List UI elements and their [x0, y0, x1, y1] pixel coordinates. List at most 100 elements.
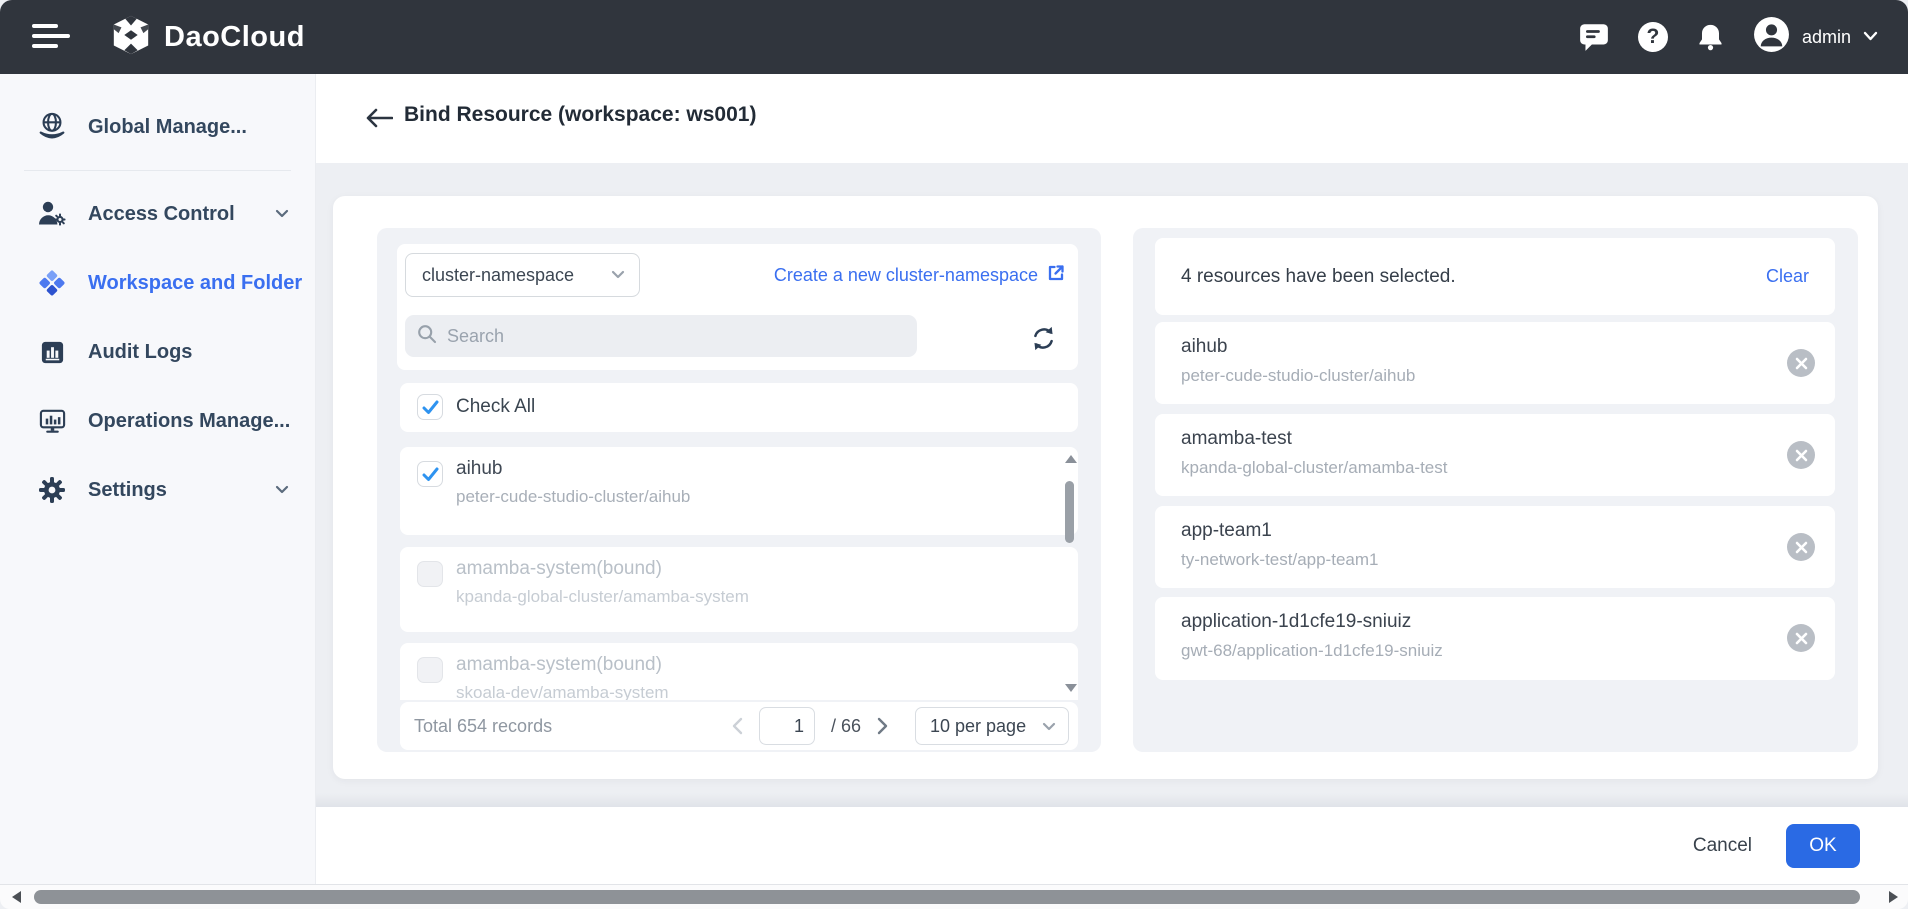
scroll-left-icon[interactable]: [12, 891, 21, 903]
item-checkbox: [417, 561, 443, 587]
selected-item-name: application-1d1cfe19-sniuiz: [1181, 611, 1411, 633]
back-arrow-icon[interactable]: [366, 108, 393, 133]
top-navbar: DaoCloud ?: [0, 0, 1908, 74]
help-icon[interactable]: ?: [1638, 22, 1668, 52]
sidebar-item-label: Operations Manage...: [88, 410, 290, 433]
notifications-bell-icon[interactable]: [1696, 22, 1725, 52]
audit-logs-icon: [36, 339, 68, 366]
item-checkbox[interactable]: [417, 461, 443, 487]
prev-page-icon[interactable]: [731, 717, 743, 735]
per-page-select[interactable]: 10 per page: [915, 707, 1069, 745]
picker-toolbar: cluster-namespace Create a new cluster-n…: [397, 244, 1078, 370]
check-all-row: Check All: [400, 383, 1078, 432]
sidebar-item-label: Global Manage...: [88, 116, 247, 139]
remove-icon[interactable]: [1787, 624, 1815, 652]
resource-picker-panel: cluster-namespace Create a new cluster-n…: [377, 228, 1101, 752]
sidebar-item-label: Settings: [88, 479, 167, 502]
user-gear-icon: [36, 199, 68, 229]
check-all-label: Check All: [456, 396, 535, 418]
item-path: skoala-dev/amamba-system: [456, 683, 669, 700]
sidebar-item-access-control[interactable]: Access Control: [0, 186, 315, 242]
per-page-value: 10 per page: [930, 716, 1026, 737]
page-total: / 66: [831, 716, 861, 737]
scrollbar-thumb[interactable]: [1065, 481, 1074, 543]
chevron-down-icon: [275, 205, 289, 223]
list-item: amamba-system(bound) skoala-dev/amamba-s…: [400, 643, 1078, 700]
pagination-bar: Total 654 records / 66 10 per page: [400, 702, 1078, 750]
brand-name: DaoCloud: [164, 21, 305, 54]
resource-type-select[interactable]: cluster-namespace: [405, 253, 640, 297]
cancel-button[interactable]: Cancel: [1693, 835, 1752, 857]
action-footer: Cancel OK: [316, 807, 1908, 884]
clear-link[interactable]: Clear: [1766, 266, 1809, 287]
selected-item-path: kpanda-global-cluster/amamba-test: [1181, 458, 1447, 478]
sidebar-item-operations-management[interactable]: Operations Manage...: [0, 393, 315, 449]
create-cluster-namespace-link[interactable]: Create a new cluster-namespace: [774, 244, 1066, 306]
sidebar-item-settings[interactable]: Settings: [0, 462, 315, 518]
remove-icon[interactable]: [1787, 441, 1815, 469]
selected-item-path: gwt-68/application-1d1cfe19-sniuiz: [1181, 641, 1443, 661]
selected-summary-row: 4 resources have been selected. Clear: [1155, 238, 1835, 315]
page-controls: / 66 10 per page: [731, 707, 1069, 745]
item-name: amamba-system(bound): [456, 654, 662, 676]
search-icon: [417, 324, 437, 349]
page-header: Bind Resource (workspace: ws001): [316, 74, 1908, 163]
sidebar-item-label: Access Control: [88, 203, 235, 226]
page-title: Bind Resource (workspace: ws001): [404, 103, 756, 127]
resource-type-value: cluster-namespace: [422, 265, 574, 286]
search-box: [405, 315, 917, 357]
remove-icon[interactable]: [1787, 533, 1815, 561]
ok-button[interactable]: OK: [1786, 824, 1860, 868]
vertical-scrollbar[interactable]: [1062, 447, 1078, 700]
selected-summary: 4 resources have been selected.: [1181, 266, 1456, 288]
chevron-down-icon: [1042, 722, 1056, 731]
messages-icon[interactable]: [1578, 22, 1610, 52]
daocloud-logo-icon: [110, 14, 152, 61]
brand: DaoCloud: [110, 14, 305, 61]
selected-item-path: peter-cude-studio-cluster/aihub: [1181, 366, 1415, 386]
selected-item-name: aihub: [1181, 336, 1228, 358]
scroll-up-icon[interactable]: [1065, 455, 1077, 463]
selected-item-path: ty-network-test/app-team1: [1181, 550, 1378, 570]
external-link-icon: [1046, 263, 1066, 288]
list-item: amamba-system(bound) kpanda-global-clust…: [400, 547, 1078, 632]
globe-icon: [36, 111, 68, 143]
gear-icon: [36, 476, 68, 504]
item-path: peter-cude-studio-cluster/aihub: [456, 487, 690, 507]
avatar: [1753, 16, 1790, 58]
sidebar-item-global-management[interactable]: Global Manage...: [0, 99, 315, 155]
topbar-actions: ? admin: [1578, 0, 1878, 74]
chevron-down-icon: [1863, 28, 1878, 46]
remove-icon[interactable]: [1787, 349, 1815, 377]
create-link-label: Create a new cluster-namespace: [774, 265, 1038, 286]
selected-item: application-1d1cfe19-sniuiz gwt-68/appli…: [1155, 597, 1835, 680]
page-number-input[interactable]: [759, 707, 815, 745]
sidebar-item-audit-logs[interactable]: Audit Logs: [0, 324, 315, 380]
sidebar-divider: [24, 170, 291, 171]
selected-item: amamba-test kpanda-global-cluster/amamba…: [1155, 414, 1835, 496]
next-page-icon[interactable]: [877, 717, 889, 735]
list-item[interactable]: aihub peter-cude-studio-cluster/aihub: [400, 447, 1078, 535]
scrollbar-thumb[interactable]: [34, 890, 1860, 904]
chevron-down-icon: [611, 266, 625, 284]
sidebar: Global Manage...: [0, 74, 316, 884]
scroll-right-icon[interactable]: [1889, 891, 1898, 903]
check-all-checkbox[interactable]: [417, 394, 443, 420]
resource-list: aihub peter-cude-studio-cluster/aihub am…: [400, 447, 1078, 700]
sidebar-item-label: Audit Logs: [88, 341, 192, 364]
chevron-down-icon: [275, 481, 289, 499]
hamburger-menu-icon[interactable]: [32, 24, 72, 50]
workspace-icon: [36, 268, 68, 298]
user-menu[interactable]: admin: [1753, 16, 1878, 58]
search-input[interactable]: [447, 326, 905, 347]
horizontal-scrollbar[interactable]: [0, 884, 1908, 909]
main-content: cluster-namespace Create a new cluster-n…: [316, 163, 1908, 807]
item-name: aihub: [456, 458, 503, 480]
scroll-down-icon[interactable]: [1065, 684, 1077, 692]
bind-resource-card: cluster-namespace Create a new cluster-n…: [333, 196, 1878, 779]
refresh-icon[interactable]: [1030, 325, 1058, 353]
selected-item-name: amamba-test: [1181, 428, 1292, 450]
sidebar-item-workspace-and-folder[interactable]: Workspace and Folder: [0, 255, 315, 311]
item-checkbox: [417, 657, 443, 683]
selected-item: app-team1 ty-network-test/app-team1: [1155, 506, 1835, 588]
